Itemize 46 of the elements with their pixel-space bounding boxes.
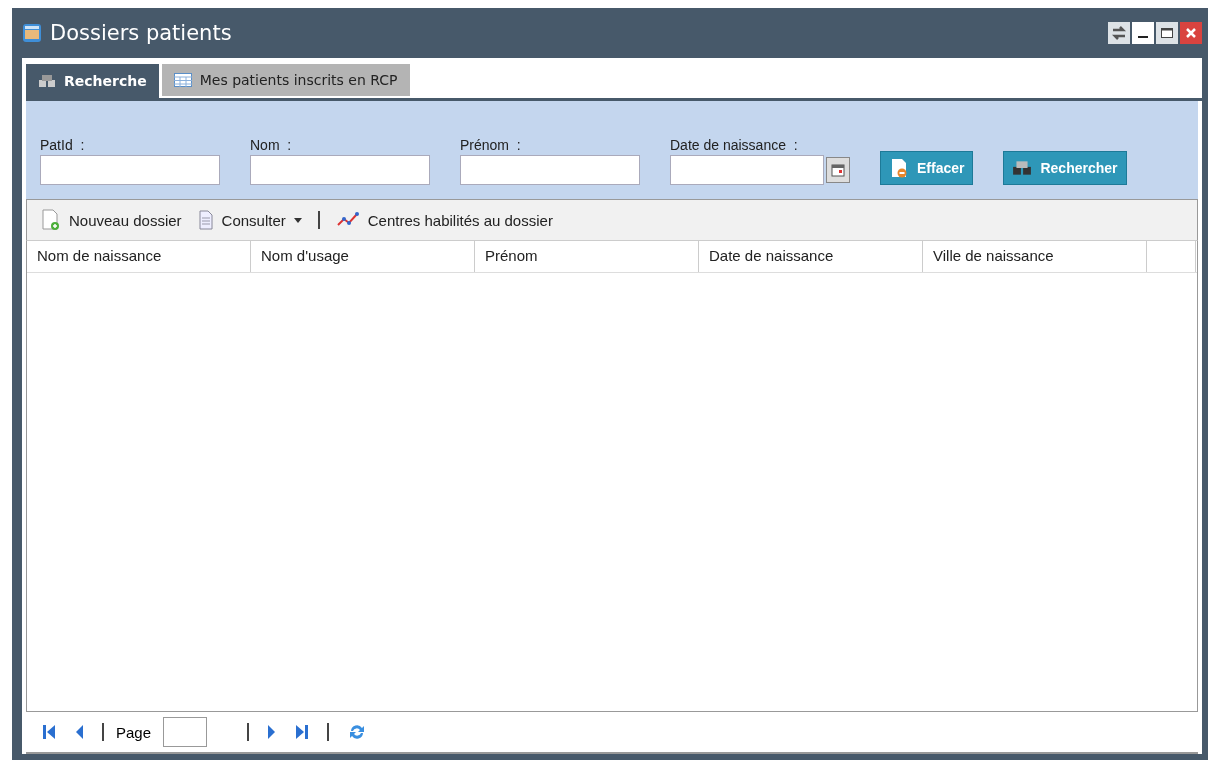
next-page-icon xyxy=(267,724,278,740)
field-label: PatId : xyxy=(40,137,86,153)
page-field[interactable] xyxy=(163,717,208,747)
next-page-button[interactable] xyxy=(267,724,278,740)
caret-icon xyxy=(293,217,302,223)
column-header[interactable]: Date de naissance xyxy=(699,241,923,272)
swap-button[interactable] xyxy=(1108,22,1130,44)
document-icon xyxy=(889,158,909,178)
table-icon xyxy=(173,73,192,87)
field-label: Prénom : xyxy=(460,137,522,153)
tab[interactable]: Recherche xyxy=(26,64,159,98)
last-page-button[interactable] xyxy=(295,724,310,740)
document-icon xyxy=(197,210,214,230)
previous-page-icon xyxy=(74,724,84,740)
page-label: Page xyxy=(116,723,152,741)
column-header[interactable]: Ville de naissance xyxy=(923,241,1147,272)
column-header[interactable]: Nom de naissance xyxy=(27,241,251,272)
new-document-icon xyxy=(41,209,61,231)
column-header[interactable]: Prénom xyxy=(475,241,699,272)
close-icon xyxy=(1184,26,1198,40)
calendar-button[interactable] xyxy=(826,157,850,183)
maximize-icon xyxy=(1160,26,1174,40)
date-field[interactable] xyxy=(670,155,824,185)
text-field[interactable] xyxy=(460,155,640,185)
last-page-icon xyxy=(295,724,310,740)
previous-page-button[interactable] xyxy=(74,724,84,740)
arrows-icon xyxy=(1111,26,1127,40)
toolbar-button[interactable]: Nouveau dossier xyxy=(41,209,182,231)
tab[interactable]: Mes patients inscrits en RCP xyxy=(161,64,410,96)
first-page-button[interactable] xyxy=(42,724,56,740)
toolbar-button[interactable]: Consulter xyxy=(197,210,302,230)
text-field[interactable] xyxy=(40,155,220,185)
calendar-icon xyxy=(831,163,845,177)
minimize-button[interactable] xyxy=(1132,22,1154,44)
first-page-icon xyxy=(42,724,56,740)
line-chart-icon xyxy=(335,212,360,228)
close-button[interactable] xyxy=(1180,22,1202,44)
column-header[interactable]: Nom d'usage xyxy=(251,241,475,272)
maximize-button[interactable] xyxy=(1156,22,1178,44)
field-label: Nom : xyxy=(250,137,293,153)
window-title: Dossiers patients xyxy=(50,21,232,45)
text-field[interactable] xyxy=(250,155,430,185)
toolbar-button[interactable]: Centres habilités au dossier xyxy=(335,211,553,229)
field-label: Date de naissance : xyxy=(670,137,799,153)
minimize-icon xyxy=(1138,36,1148,38)
folder-icon xyxy=(22,23,42,43)
